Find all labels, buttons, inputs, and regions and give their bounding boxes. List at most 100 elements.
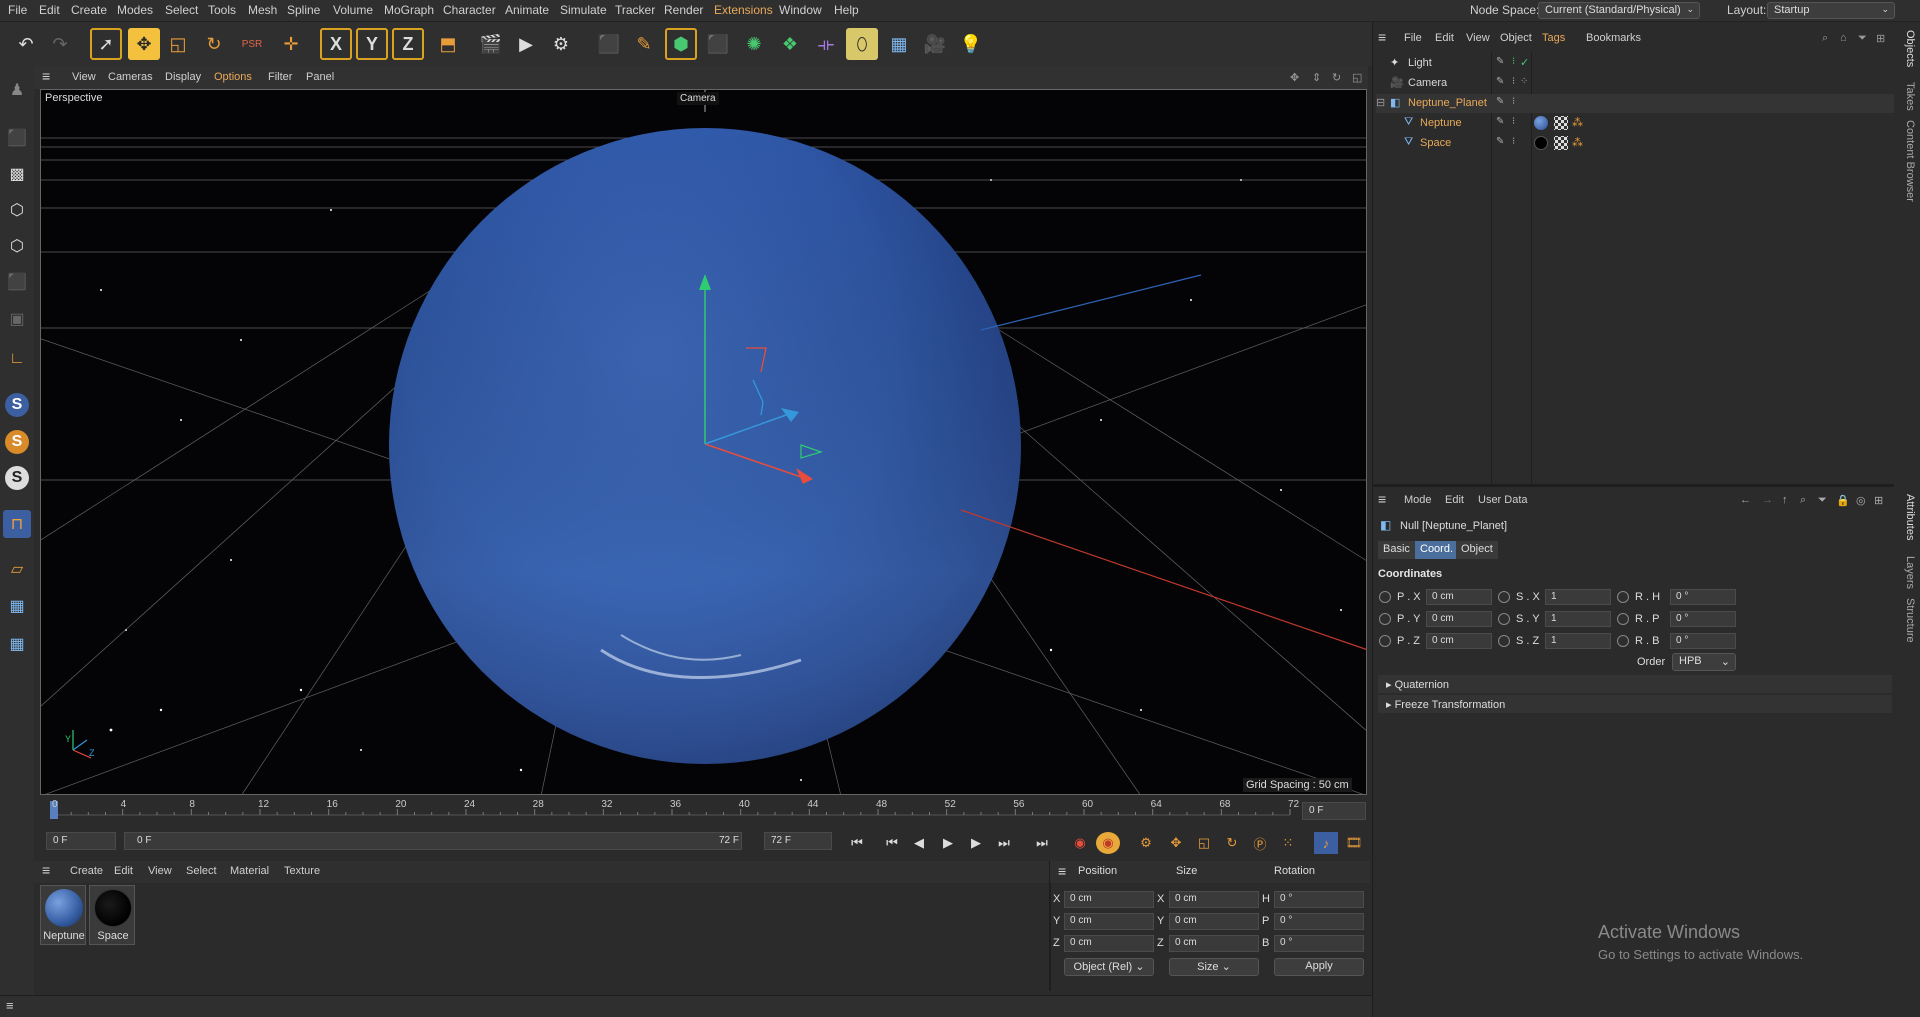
menu-help[interactable]: Help [834, 3, 859, 17]
snap-enable-icon[interactable]: S [5, 466, 29, 490]
order-select[interactable]: HPB ⌄ [1672, 653, 1736, 671]
end-frame-field[interactable]: 72 F [764, 832, 832, 850]
menu-animate[interactable]: Animate [505, 3, 549, 17]
start-frame-field[interactable]: 0 F [46, 832, 116, 850]
material-neptune[interactable]: Neptune [40, 885, 86, 945]
menu-window[interactable]: Window [779, 3, 822, 17]
cloner-icon[interactable]: ✺ [738, 28, 770, 60]
rot-b-input[interactable]: 0 ° [1670, 633, 1736, 649]
rot-h-input[interactable]: 0 ° [1670, 589, 1736, 605]
light-icon[interactable]: 💡 [955, 28, 987, 60]
auto-key-icon[interactable]: ◉ [1096, 832, 1120, 854]
edit-icon[interactable]: ✎ [1496, 76, 1510, 90]
size-y-field[interactable]: 0 cm [1169, 913, 1259, 930]
om-menu-object[interactable]: Object [1500, 32, 1532, 44]
hamburger-icon[interactable]: ≡ [6, 998, 14, 1013]
hamburger-icon[interactable]: ≡ [42, 68, 50, 84]
scale-x-input[interactable]: 1 [1545, 589, 1611, 605]
side-tab-content-browser[interactable]: Content Browser [1904, 120, 1916, 202]
om-menu-view[interactable]: View [1466, 32, 1490, 44]
subdivision-icon[interactable]: ⬢ [665, 28, 697, 60]
axis-mode-icon[interactable]: ∟ [3, 345, 31, 373]
object-row-light[interactable]: ✦ Light ✎ ⁝ ✓ [1376, 54, 1894, 73]
render-settings-icon[interactable]: ⚙ [545, 28, 577, 60]
attr-menu-mode[interactable]: Mode [1404, 494, 1432, 506]
key-pla-icon[interactable]: ⁙ [1276, 832, 1300, 854]
key-position-icon[interactable]: ✥ [1164, 832, 1188, 854]
pos-z-input[interactable]: 0 cm [1426, 633, 1492, 649]
timeline-icon[interactable]: ♪ [1314, 832, 1338, 854]
om-menu-tags[interactable]: Tags [1542, 32, 1565, 44]
section-quaternion[interactable]: ▸ Quaternion [1378, 675, 1892, 693]
3d-viewport[interactable]: Perspective Camera Y Z Grid Spacing : 50… [40, 89, 1367, 795]
animate-radio[interactable] [1379, 591, 1391, 603]
material-tag-icon[interactable] [1534, 116, 1548, 130]
record-icon[interactable]: ◉ [1068, 832, 1092, 854]
animate-radio[interactable] [1379, 635, 1391, 647]
viewport-menu-filter[interactable]: Filter [268, 71, 292, 83]
frame-range-slider[interactable]: 0 F 72 F [124, 832, 742, 850]
cube-icon[interactable]: ⬛ [593, 28, 625, 60]
x-axis-icon[interactable]: X [320, 28, 352, 60]
texture-mode-icon[interactable]: ▩ [3, 160, 31, 188]
visibility-dots-icon[interactable]: ⁝ [1512, 116, 1526, 130]
viewport-rotate-icon[interactable]: ↻ [1332, 71, 1341, 84]
om-menu-file[interactable]: File [1404, 32, 1422, 44]
size-mode-select[interactable]: Size ⌄ [1169, 958, 1259, 976]
make-editable-icon[interactable]: ♟ [3, 76, 31, 104]
mat-menu-material[interactable]: Material [230, 865, 269, 877]
enabled-check-icon[interactable]: ✓ [1520, 56, 1534, 70]
locked-workplane-icon[interactable]: ▦ [3, 630, 31, 658]
apply-button[interactable]: Apply [1274, 958, 1364, 976]
next-frame-icon[interactable]: ▶ [964, 832, 988, 854]
menu-render[interactable]: Render [664, 3, 703, 17]
hamburger-icon[interactable]: ≡ [1378, 29, 1386, 45]
up-arrow-icon[interactable]: ↑ [1782, 494, 1788, 506]
animate-radio[interactable] [1617, 591, 1629, 603]
pos-y-input[interactable]: 0 cm [1426, 611, 1492, 627]
viewport-maximize-icon[interactable]: ◱ [1352, 71, 1362, 84]
hamburger-icon[interactable]: ≡ [1378, 491, 1386, 507]
texture-tag-icon[interactable] [1554, 116, 1568, 130]
hamburger-icon[interactable]: ≡ [42, 862, 50, 878]
pen-icon[interactable]: ✎ [628, 28, 660, 60]
menu-mograph[interactable]: MoGraph [384, 3, 434, 17]
deformer-icon[interactable]: ⟛ [810, 28, 842, 60]
back-arrow-icon[interactable]: ← [1740, 494, 1751, 506]
edit-icon[interactable]: ✎ [1496, 56, 1510, 70]
material-tag-icon[interactable] [1534, 136, 1548, 150]
tab-object[interactable]: Object [1456, 541, 1498, 559]
new-panel-icon[interactable]: ⊞ [1874, 494, 1883, 507]
collapse-icon[interactable]: ⊟ [1376, 96, 1385, 109]
visibility-dots-icon[interactable]: ⁝ [1512, 136, 1526, 150]
select-icon[interactable]: ➚ [90, 28, 122, 60]
points-mode-icon[interactable]: ⬡ [3, 196, 31, 224]
filter-icon[interactable]: ⏷ [1818, 494, 1827, 507]
home-icon[interactable]: ⌂ [1840, 32, 1847, 44]
viewport-zoom-icon[interactable]: ⇕ [1312, 71, 1321, 84]
menu-edit[interactable]: Edit [39, 3, 60, 17]
grid-icon[interactable]: ▦ [3, 592, 31, 620]
scale-icon[interactable]: ◱ [162, 28, 194, 60]
snap-settings-icon[interactable]: S [5, 430, 29, 454]
texture-tag-icon[interactable] [1554, 136, 1568, 150]
menu-character[interactable]: Character [443, 3, 496, 17]
keyframe-selection-icon[interactable]: ⚙ [1134, 832, 1158, 854]
animate-radio[interactable] [1617, 635, 1629, 647]
move-icon[interactable]: ✥ [128, 28, 160, 60]
y-axis-icon[interactable]: Y [356, 28, 388, 60]
snap-icon[interactable]: S [5, 393, 29, 417]
uv-mode-icon[interactable]: ▣ [3, 305, 31, 333]
magnet-icon[interactable]: ⊓ [3, 510, 31, 538]
animate-radio[interactable] [1379, 613, 1391, 625]
visibility-dots-icon[interactable]: ⁝ [1512, 96, 1526, 110]
camera-tag-icon[interactable]: ⁘ [1520, 76, 1534, 90]
phong-tag-icon[interactable]: ⁂ [1572, 116, 1586, 130]
om-menu-edit[interactable]: Edit [1435, 32, 1454, 44]
position-y-field[interactable]: 0 cm [1064, 913, 1154, 930]
extrude-icon[interactable]: ⬛ [702, 28, 734, 60]
rotate-icon[interactable]: ↻ [198, 28, 230, 60]
menu-tracker[interactable]: Tracker [615, 3, 655, 17]
rot-p-input[interactable]: 0 ° [1670, 611, 1736, 627]
animate-radio[interactable] [1498, 613, 1510, 625]
